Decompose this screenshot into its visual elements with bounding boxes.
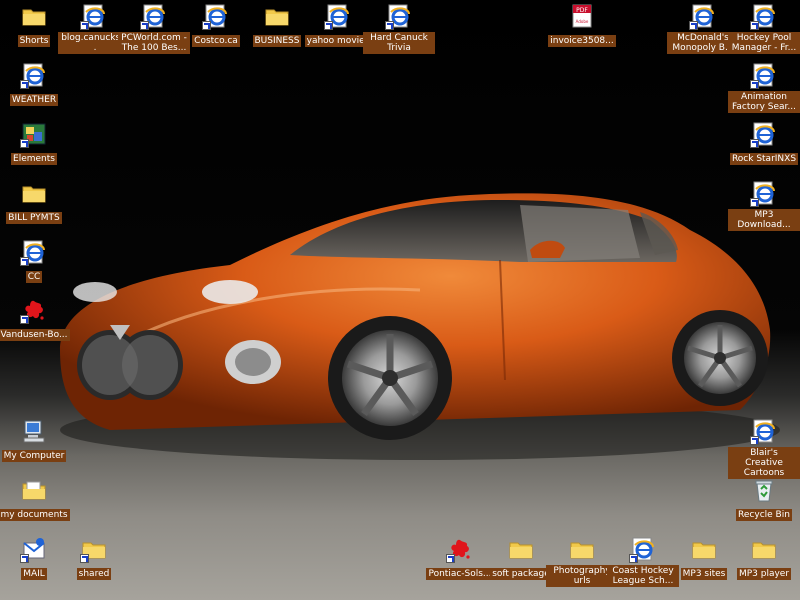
icon-label: MP3 Download... bbox=[728, 209, 800, 231]
desktop-icon-invoice[interactable]: PDF Adobe invoice3508... bbox=[546, 4, 618, 47]
desktop-icon-weather[interactable]: WEATHER bbox=[0, 63, 70, 106]
desktop-icon-my-computer[interactable]: My Computer bbox=[0, 419, 70, 462]
icon-label: Rock StarINXS bbox=[729, 153, 799, 165]
icon-label: My Computer bbox=[1, 450, 67, 462]
ie-shortcut-icon bbox=[385, 4, 411, 30]
icon-label: Recycle Bin bbox=[736, 509, 792, 521]
icon-label: CC bbox=[25, 271, 43, 283]
recycle-bin-icon bbox=[752, 478, 776, 502]
red-splash-icon bbox=[446, 537, 472, 563]
desktop-icon-hard-canuck-trivia[interactable]: Hard Canuck Trivia bbox=[363, 4, 435, 54]
ie-shortcut-icon bbox=[750, 419, 776, 445]
icon-label: shared bbox=[76, 568, 112, 580]
folder-icon bbox=[22, 181, 46, 205]
icon-label: Blair's Creative Cartoons bbox=[728, 447, 800, 479]
icon-label: soft package bbox=[490, 568, 552, 580]
icon-label: Hockey Pool Manager - Fr... bbox=[728, 32, 800, 54]
ie-shortcut-icon bbox=[20, 63, 46, 89]
desktop-icon-elements[interactable]: Elements bbox=[0, 122, 70, 165]
desktop-icon-blairs-cartoons[interactable]: Blair's Creative Cartoons bbox=[728, 419, 800, 479]
elements-app-icon bbox=[20, 122, 46, 148]
desktop-icon-shared[interactable]: shared bbox=[58, 537, 130, 580]
desktop-icon-vandusen[interactable]: Vandusen-Bo... bbox=[0, 298, 70, 341]
icon-label: MP3 player bbox=[736, 568, 792, 580]
icon-label: my documents bbox=[0, 509, 70, 521]
folder-icon bbox=[22, 4, 46, 28]
folder-icon bbox=[692, 537, 716, 561]
ie-shortcut-icon bbox=[750, 63, 776, 89]
folder-icon bbox=[265, 4, 289, 28]
icon-label: invoice3508... bbox=[548, 35, 616, 47]
folder-icon bbox=[570, 537, 594, 561]
folder-icon bbox=[752, 537, 776, 561]
desktop-icon-cc[interactable]: CC bbox=[0, 240, 70, 283]
icon-label: Pontiac-Sols... bbox=[426, 568, 494, 580]
ie-shortcut-icon bbox=[750, 181, 776, 207]
ie-shortcut-icon bbox=[750, 4, 776, 30]
desktop-icon-bill-pymts[interactable]: BILL PYMTS bbox=[0, 181, 70, 224]
icon-label: BILL PYMTS bbox=[6, 212, 62, 224]
icon-label: MAIL bbox=[21, 568, 47, 580]
ie-shortcut-icon bbox=[20, 240, 46, 266]
pdf-badge-text: PDF bbox=[576, 7, 588, 14]
desktop-icon-mp3-download[interactable]: MP3 Download... bbox=[728, 181, 800, 231]
icon-label: Animation Factory Sear... bbox=[728, 91, 800, 113]
desktop-icon-mp3-player[interactable]: MP3 player bbox=[728, 537, 800, 580]
wallpaper-car bbox=[60, 193, 780, 460]
ie-shortcut-icon bbox=[629, 537, 655, 563]
icon-label: MP3 sites bbox=[680, 568, 728, 580]
icon-label: Shorts bbox=[17, 35, 51, 47]
computer-icon bbox=[22, 419, 46, 443]
ie-shortcut-icon bbox=[689, 4, 715, 30]
ie-shortcut-icon bbox=[140, 4, 166, 30]
icon-label: yahoo movies bbox=[304, 35, 372, 47]
ie-shortcut-icon bbox=[80, 4, 106, 30]
folder-icon bbox=[22, 478, 46, 502]
mail-shortcut-icon bbox=[20, 537, 46, 563]
folder-icon bbox=[509, 537, 533, 561]
desktop-icon-hockey-pool-manager[interactable]: Hockey Pool Manager - Fr... bbox=[728, 4, 800, 54]
desktop-icon-my-documents[interactable]: my documents bbox=[0, 478, 70, 521]
desktop-icon-recycle-bin[interactable]: Recycle Bin bbox=[728, 478, 800, 521]
desktop-icon-animation-factory[interactable]: Animation Factory Sear... bbox=[728, 63, 800, 113]
red-splash-icon bbox=[20, 298, 46, 324]
folder-icon bbox=[80, 537, 106, 563]
desktop-icon-rock-star-inxs[interactable]: Rock StarINXS bbox=[728, 122, 800, 165]
ie-shortcut-icon bbox=[202, 4, 228, 30]
icon-label: WEATHER bbox=[9, 94, 59, 106]
pdf-icon: PDF Adobe bbox=[570, 4, 594, 28]
icon-label: BUSINESS bbox=[252, 35, 302, 47]
icon-label: Hard Canuck Trivia bbox=[363, 32, 435, 54]
icon-label: Costco.ca bbox=[192, 35, 240, 47]
ie-shortcut-icon bbox=[324, 4, 350, 30]
ie-shortcut-icon bbox=[750, 122, 776, 148]
pdf-subbadge-text: Adobe bbox=[576, 19, 589, 24]
desktop: Shorts blog.canucks.... PCWorld.com - Th… bbox=[0, 0, 800, 600]
icon-label: Vandusen-Bo... bbox=[0, 329, 70, 341]
icon-label: Elements bbox=[11, 153, 57, 165]
